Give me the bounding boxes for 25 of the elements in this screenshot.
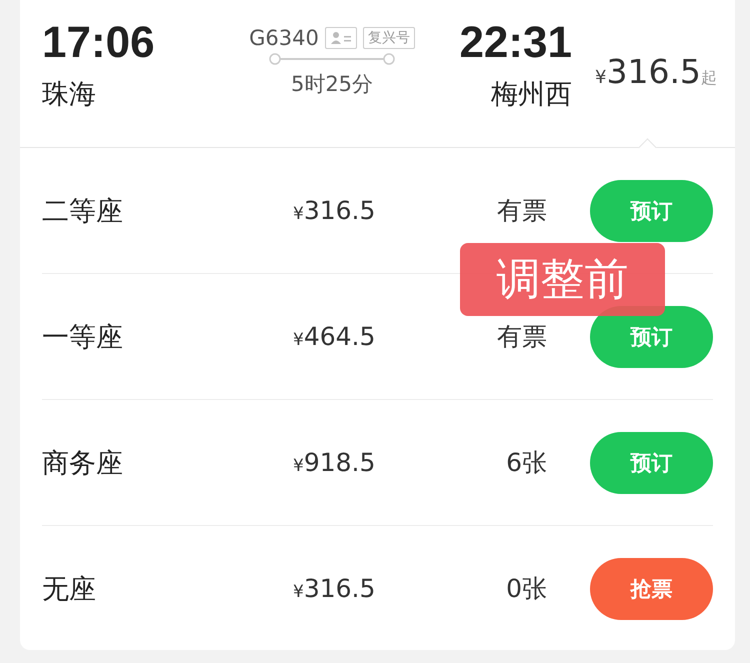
seat-class: 一等座 [42, 320, 124, 354]
seat-price: ¥316.5 [293, 196, 376, 225]
seat-price: ¥918.5 [293, 448, 376, 477]
lowest-price: ¥316.5 起 [595, 52, 718, 93]
ticket-availability: 6张 [506, 447, 547, 479]
arrival-time: 22:31 [459, 18, 572, 68]
grab-ticket-button[interactable]: 抢票 [590, 558, 713, 620]
book-button[interactable]: 预订 [590, 432, 713, 494]
train-number: G6340 [249, 26, 319, 50]
book-button[interactable]: 预订 [590, 180, 713, 242]
trip-duration: 5时25分 [290, 71, 374, 98]
seat-class: 二等座 [42, 194, 124, 228]
departure-time: 17:06 [42, 18, 156, 68]
arrival-station: 梅州西 [491, 78, 572, 112]
ticket-availability: 0张 [506, 573, 547, 605]
seat-class: 商务座 [42, 446, 124, 480]
annotation-label: 调整前 [460, 243, 665, 316]
passenger-icon [324, 27, 357, 49]
ticket-availability: 有票 [497, 321, 547, 353]
seat-price: ¥464.5 [293, 322, 376, 351]
seat-price: ¥316.5 [293, 574, 376, 603]
ticket-availability: 有票 [497, 195, 547, 227]
seat-class: 无座 [42, 572, 97, 606]
departure-station: 珠海 [42, 78, 97, 112]
train-type-tag: 复兴号 [362, 27, 415, 49]
